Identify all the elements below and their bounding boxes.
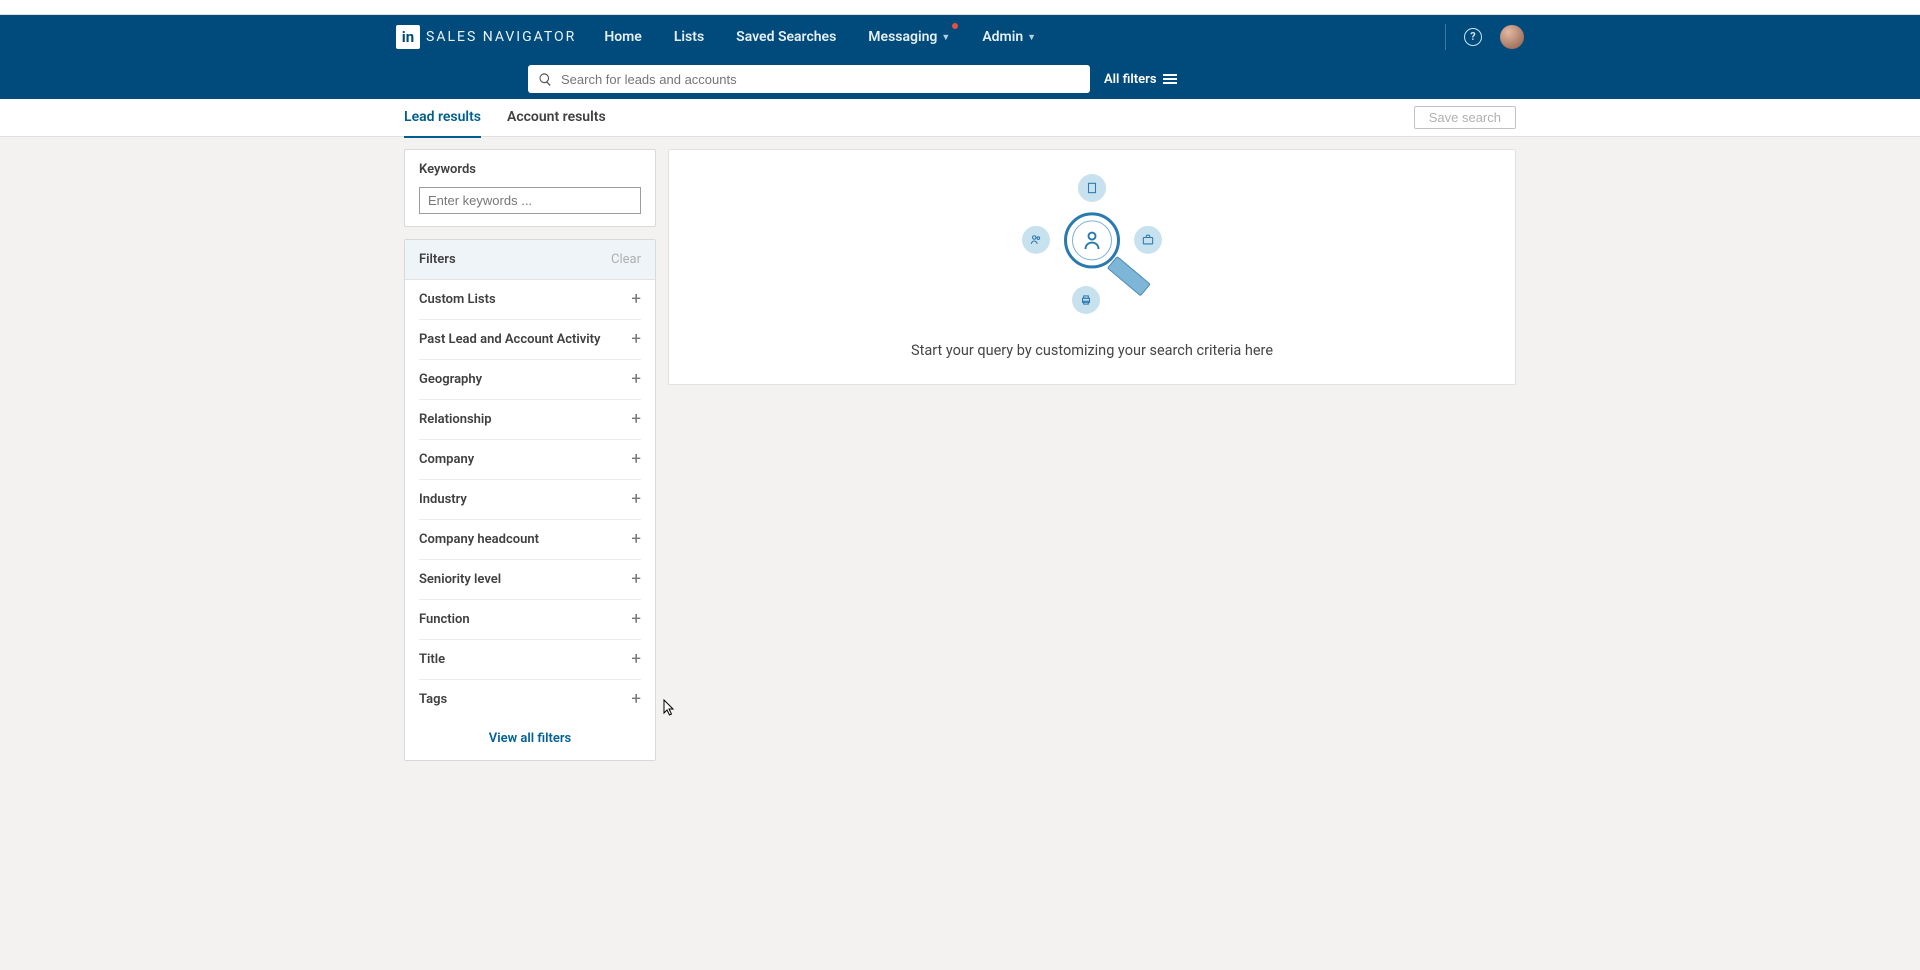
plus-icon: + (631, 651, 641, 668)
filter-label: Function (419, 612, 470, 627)
search-field[interactable] (528, 65, 1090, 93)
view-all-filters-link[interactable]: View all filters (405, 719, 655, 760)
avatar[interactable] (1500, 25, 1524, 49)
building-icon (1078, 174, 1106, 202)
filter-row-relationship[interactable]: Relationship + (419, 400, 641, 440)
filter-label: Seniority level (419, 572, 501, 587)
search-input[interactable] (561, 72, 1080, 87)
plus-icon: + (631, 531, 641, 548)
magnifier-icon (1064, 212, 1120, 268)
filter-row-past-lead-and-account-activity[interactable]: Past Lead and Account Activity + (419, 320, 641, 360)
search-bar-row: All filters (0, 59, 1920, 99)
nav-saved-searches[interactable]: Saved Searches (736, 29, 836, 45)
nav-home[interactable]: Home (604, 29, 642, 45)
linkedin-in-icon: in (396, 25, 420, 49)
nav-messaging[interactable]: Messaging ▼ (868, 29, 950, 45)
filter-label: Tags (419, 692, 447, 707)
filter-row-custom-lists[interactable]: Custom Lists + (419, 280, 641, 320)
chevron-down-icon: ▼ (1027, 32, 1036, 43)
filters-icon (1163, 74, 1177, 84)
briefcase-icon (1134, 225, 1162, 253)
filter-row-seniority-level[interactable]: Seniority level + (419, 560, 641, 600)
plus-icon: + (631, 611, 641, 628)
plus-icon: + (631, 331, 641, 348)
filter-label: Company (419, 452, 474, 467)
all-filters-button[interactable]: All filters (1104, 72, 1177, 87)
filter-label: Geography (419, 372, 482, 387)
filter-row-company[interactable]: Company + (419, 440, 641, 480)
filter-label: Past Lead and Account Activity (419, 332, 601, 347)
nav-admin[interactable]: Admin ▼ (982, 29, 1036, 45)
save-search-button[interactable]: Save search (1414, 106, 1516, 129)
filter-row-tags[interactable]: Tags + (419, 680, 641, 719)
chevron-down-icon: ▼ (941, 32, 950, 43)
plus-icon: + (631, 291, 641, 308)
filter-row-function[interactable]: Function + (419, 600, 641, 640)
filter-row-geography[interactable]: Geography + (419, 360, 641, 400)
plus-icon: + (631, 371, 641, 388)
keywords-input[interactable] (419, 187, 641, 214)
plus-icon: + (631, 571, 641, 588)
filter-label: Title (419, 652, 445, 667)
people-icon (1022, 225, 1050, 253)
help-icon[interactable]: ? (1464, 28, 1482, 46)
search-illustration (1012, 176, 1172, 316)
notification-dot-icon (952, 23, 958, 29)
all-filters-label: All filters (1104, 72, 1157, 87)
tab-lead-results[interactable]: Lead results (404, 98, 481, 138)
filter-row-title[interactable]: Title + (419, 640, 641, 680)
keywords-label: Keywords (419, 162, 641, 177)
filter-label: Company headcount (419, 532, 539, 547)
filters-title: Filters (419, 252, 456, 267)
plus-icon: + (631, 691, 641, 708)
top-nav: in SALES NAVIGATOR Home Lists Saved Sear… (0, 15, 1920, 59)
brand-text: SALES NAVIGATOR (426, 29, 576, 45)
filter-label: Relationship (419, 412, 492, 427)
search-icon (538, 72, 553, 87)
empty-state-card: Start your query by customizing your sea… (668, 149, 1516, 385)
magnifier-handle (1107, 255, 1151, 296)
print-icon (1072, 286, 1100, 314)
nav-admin-label: Admin (982, 29, 1023, 45)
filter-row-industry[interactable]: Industry + (419, 480, 641, 520)
keywords-card: Keywords (404, 149, 656, 227)
results-tabs-row: Lead results Account results Save search (0, 99, 1920, 137)
filter-label: Industry (419, 492, 467, 507)
plus-icon: + (631, 491, 641, 508)
tab-account-results[interactable]: Account results (507, 98, 606, 138)
plus-icon: + (631, 411, 641, 428)
plus-icon: + (631, 451, 641, 468)
brand-logo[interactable]: in SALES NAVIGATOR (396, 25, 576, 49)
filter-row-company-headcount[interactable]: Company headcount + (419, 520, 641, 560)
browser-chrome-strip (0, 0, 1920, 15)
filters-card: Filters Clear Custom Lists+Past Lead and… (404, 239, 656, 761)
filter-label: Custom Lists (419, 292, 496, 307)
nav-messaging-label: Messaging (868, 29, 937, 45)
empty-state-text: Start your query by customizing your sea… (911, 342, 1273, 359)
clear-filters-button[interactable]: Clear (611, 252, 641, 267)
nav-lists[interactable]: Lists (674, 29, 704, 45)
